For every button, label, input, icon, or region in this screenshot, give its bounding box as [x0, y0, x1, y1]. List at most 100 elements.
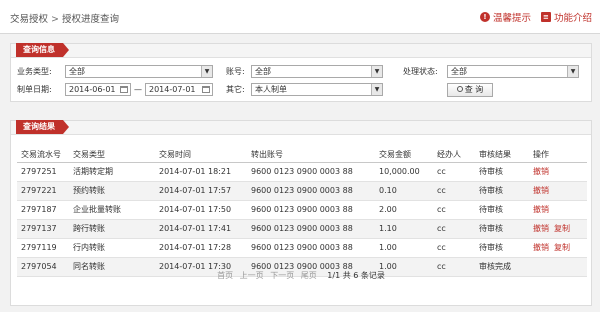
- copy-link[interactable]: 复制: [554, 224, 570, 233]
- query-button-label: 查 询: [464, 85, 484, 94]
- amount-cell: 1.00: [375, 238, 433, 258]
- query-row-2: 制单日期: 2014-06-01 — 2014-07-01 其它: 本人制单 ▼…: [11, 83, 591, 97]
- status-value: 全部: [451, 67, 467, 76]
- result-panel: 查询结果 交易流水号 交易类型 交易时间 转出账号 交易金额 经办人 审核结果 …: [10, 120, 592, 306]
- copy-link[interactable]: 复制: [554, 243, 570, 252]
- tips-link[interactable]: ! 温馨提示: [479, 10, 531, 24]
- amount-cell: 0.10: [375, 181, 433, 201]
- date-to-input[interactable]: 2014-07-01: [145, 83, 213, 96]
- trade-time-cell: 2014-07-01 17:28: [155, 238, 247, 258]
- pager-last[interactable]: 尾页: [301, 271, 317, 280]
- query-panel: 查询信息 业务类型: 全部 ▼ 账号: 全部 ▼ 处理状态: 全部 ▼ 制单日期…: [10, 43, 592, 102]
- serial-link[interactable]: 2797137: [17, 219, 69, 239]
- table-row: 2797251 活期转定期 2014-07-01 18:21 9600 0123…: [17, 162, 587, 182]
- pager-prev[interactable]: 上一页: [240, 271, 264, 280]
- date-from-input[interactable]: 2014-06-01: [65, 83, 131, 96]
- serial-link[interactable]: 2797187: [17, 200, 69, 220]
- breadcrumb-current: 授权进度查询: [61, 14, 119, 25]
- handler-cell: cc: [433, 162, 475, 182]
- result-panel-title: 查询结果: [16, 120, 69, 134]
- help-link-label: 功能介绍: [553, 13, 592, 24]
- top-bar: 交易授权 > 授权进度查询 ! 温馨提示 ≡ 功能介绍: [0, 0, 600, 34]
- date-separator: —: [134, 85, 142, 94]
- serial-link[interactable]: 2797251: [17, 162, 69, 182]
- date-to-value: 2014-07-01: [149, 85, 196, 94]
- chevron-down-icon: ▼: [371, 66, 382, 77]
- handler-cell: cc: [433, 219, 475, 239]
- account-value: 全部: [255, 67, 271, 76]
- ops-cell: 撤销: [529, 162, 587, 182]
- result-cell: 待审核: [475, 181, 529, 201]
- column-header: 转出账号: [247, 147, 375, 163]
- top-links: ! 温馨提示 ≡ 功能介绍: [479, 10, 592, 24]
- ops-cell: 撤销: [529, 181, 587, 201]
- revoke-link[interactable]: 撤销: [533, 243, 549, 252]
- pager-first[interactable]: 首页: [217, 271, 233, 280]
- result-panel-header: 查询结果: [11, 120, 591, 135]
- trade-time-cell: 2014-07-01 17:41: [155, 219, 247, 239]
- table-row: 2797187 企业批量转账 2014-07-01 17:50 9600 012…: [17, 200, 587, 220]
- book-icon: ≡: [540, 12, 551, 22]
- breadcrumb: 交易授权 > 授权进度查询: [10, 11, 119, 25]
- other-select[interactable]: 本人制单 ▼: [251, 83, 383, 96]
- revoke-link[interactable]: 撤销: [533, 224, 549, 233]
- tips-link-label: 温馨提示: [492, 13, 531, 24]
- account-cell: 9600 0123 0900 0003 88: [247, 200, 375, 220]
- trade-time-cell: 2014-07-01 17:50: [155, 200, 247, 220]
- search-icon: [456, 86, 463, 92]
- help-link[interactable]: ≡ 功能介绍: [540, 10, 592, 24]
- account-cell: 9600 0123 0900 0003 88: [247, 162, 375, 182]
- result-cell: 待审核: [475, 238, 529, 258]
- status-label: 处理状态:: [403, 67, 438, 76]
- column-header: 交易类型: [69, 147, 155, 163]
- result-cell: 待审核: [475, 219, 529, 239]
- amount-cell: 2.00: [375, 200, 433, 220]
- trade-type-cell: 活期转定期: [69, 162, 155, 182]
- handler-cell: cc: [433, 200, 475, 220]
- pager-next[interactable]: 下一页: [270, 271, 294, 280]
- trade-time-cell: 2014-07-01 18:21: [155, 162, 247, 182]
- date-label: 制单日期:: [17, 85, 52, 94]
- pager-info: 1/1 共 6 条记录: [327, 271, 385, 280]
- revoke-link[interactable]: 撤销: [533, 205, 549, 214]
- alert-circle-icon: !: [479, 12, 490, 22]
- trade-type-select[interactable]: 全部 ▼: [65, 65, 213, 78]
- revoke-link[interactable]: 撤销: [533, 167, 549, 176]
- column-header: 操作: [529, 147, 587, 163]
- trade-type-cell: 行内转账: [69, 238, 155, 258]
- amount-cell: 10,000.00: [375, 162, 433, 182]
- handler-cell: cc: [433, 181, 475, 201]
- query-row-1: 业务类型: 全部 ▼ 账号: 全部 ▼ 处理状态: 全部 ▼: [11, 65, 591, 79]
- revoke-link[interactable]: 撤销: [533, 186, 549, 195]
- table-row: 2797119 行内转账 2014-07-01 17:28 9600 0123 …: [17, 238, 587, 258]
- serial-link[interactable]: 2797221: [17, 181, 69, 201]
- ops-cell: 撤销 复制: [529, 219, 587, 239]
- serial-link[interactable]: 2797119: [17, 238, 69, 258]
- trade-type-cell: 预约转账: [69, 181, 155, 201]
- account-cell: 9600 0123 0900 0003 88: [247, 219, 375, 239]
- result-cell: 待审核: [475, 162, 529, 182]
- column-header: 交易时间: [155, 147, 247, 163]
- query-panel-header: 查询信息: [11, 43, 591, 58]
- column-header: 交易流水号: [17, 147, 69, 163]
- query-button[interactable]: 查 询: [447, 83, 493, 97]
- trade-type-cell: 跨行转账: [69, 219, 155, 239]
- account-label: 账号:: [226, 67, 245, 76]
- main-area: 查询信息 业务类型: 全部 ▼ 账号: 全部 ▼ 处理状态: 全部 ▼ 制单日期…: [0, 34, 600, 312]
- calendar-icon[interactable]: [202, 86, 210, 93]
- pager: 首页 上一页 下一页 尾页 1/1 共 6 条记录: [11, 270, 591, 281]
- handler-cell: cc: [433, 238, 475, 258]
- column-header: 交易金额: [375, 147, 433, 163]
- trade-type-label: 业务类型:: [17, 67, 52, 76]
- account-select[interactable]: 全部 ▼: [251, 65, 383, 78]
- status-select[interactable]: 全部 ▼: [447, 65, 579, 78]
- query-panel-title: 查询信息: [16, 43, 69, 57]
- breadcrumb-parent[interactable]: 交易授权: [10, 14, 48, 25]
- other-value: 本人制单: [255, 85, 287, 94]
- trade-type-value: 全部: [69, 67, 85, 76]
- calendar-icon[interactable]: [120, 86, 128, 93]
- result-table: 交易流水号 交易类型 交易时间 转出账号 交易金额 经办人 审核结果 操作 27…: [17, 147, 587, 277]
- chevron-down-icon: ▼: [567, 66, 578, 77]
- trade-type-cell: 企业批量转账: [69, 200, 155, 220]
- chevron-down-icon: ▼: [201, 66, 212, 77]
